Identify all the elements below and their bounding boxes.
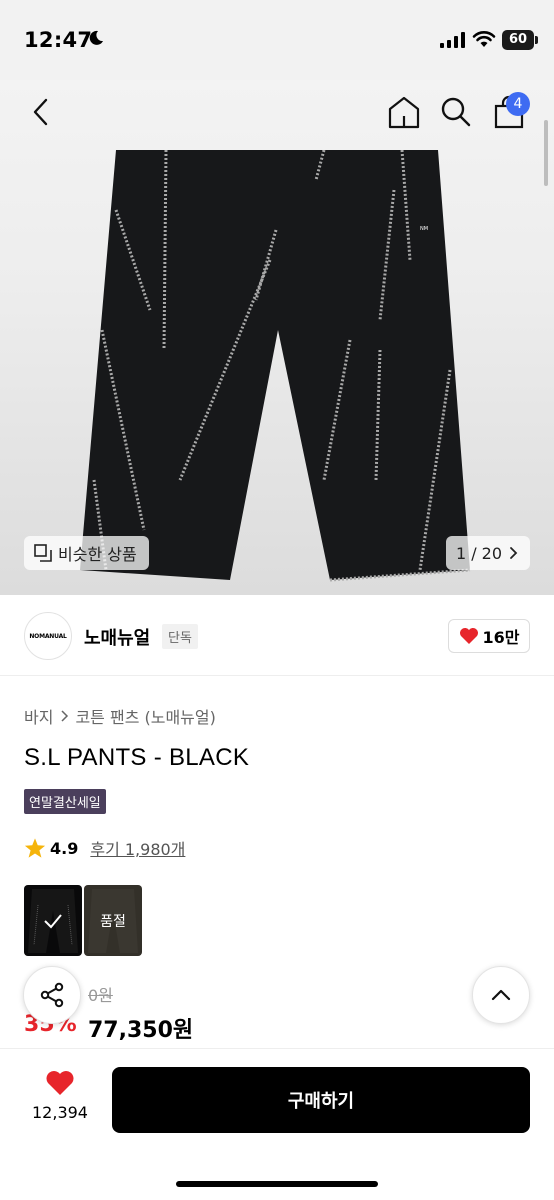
- similar-products-button[interactable]: 비슷한 상품: [24, 536, 149, 570]
- sale-price: 77,350원: [88, 1018, 194, 1043]
- chevron-right-icon: [510, 547, 518, 559]
- chevron-right-icon: [61, 710, 69, 722]
- breadcrumb-item-subcategory[interactable]: 코튼 팬츠 (노매뉴얼): [75, 704, 215, 728]
- rating-row: 4.9 후기 1,980개: [24, 836, 185, 860]
- share-button[interactable]: [23, 966, 81, 1024]
- moon-icon: [89, 30, 103, 45]
- breadcrumb: 바지 코튼 팬츠 (노매뉴얼): [24, 704, 216, 728]
- home-indicator: [176, 1181, 378, 1187]
- exclusive-badge: 단독: [162, 624, 198, 649]
- checkmark-icon: [44, 913, 62, 928]
- share-icon: [40, 982, 64, 1008]
- cart-count-badge: 4: [506, 92, 530, 116]
- similar-products-label: 비슷한 상품: [58, 545, 137, 564]
- wifi-icon: [472, 31, 496, 47]
- buy-button[interactable]: 구매하기: [112, 1067, 530, 1133]
- color-option-brown[interactable]: 품절: [84, 885, 142, 956]
- image-pager[interactable]: 1 / 20: [446, 536, 530, 570]
- product-title: S.L PANTS - BLACK: [24, 744, 250, 771]
- bottom-action-bar: 12,394 구매하기: [0, 1048, 554, 1200]
- signal-icon: [440, 32, 465, 48]
- brand-name[interactable]: 노매뉴얼: [84, 624, 150, 650]
- product-image: NM: [80, 150, 471, 582]
- brand-like-count: 16만: [482, 628, 520, 647]
- brand-row: NOMANUAL 노매뉴얼 단독 16만: [0, 600, 554, 676]
- brand-logo-text: NOMANUAL: [29, 632, 67, 640]
- home-icon[interactable]: [386, 94, 422, 130]
- sold-out-overlay: 품절: [84, 885, 142, 956]
- battery-indicator: 60: [502, 30, 534, 50]
- color-option-black[interactable]: [24, 885, 82, 956]
- rating-score: 4.9: [50, 838, 79, 858]
- svg-text:NM: NM: [420, 226, 428, 232]
- scrollbar[interactable]: [544, 120, 548, 186]
- chevron-up-icon: [491, 989, 511, 1001]
- wishlist-count: 12,394: [32, 1103, 88, 1122]
- sale-tag: 연말결산세일: [24, 789, 106, 814]
- battery-tip: [535, 36, 538, 44]
- selected-overlay: [24, 885, 82, 956]
- similar-icon: [34, 544, 52, 562]
- breadcrumb-item-category[interactable]: 바지: [24, 704, 53, 728]
- brand-like-button[interactable]: 16만: [448, 619, 530, 653]
- back-icon[interactable]: [26, 96, 58, 128]
- heart-icon: [46, 1071, 74, 1095]
- reviews-link[interactable]: 후기 1,980개: [90, 836, 185, 860]
- wishlist-button[interactable]: 12,394: [24, 1069, 96, 1122]
- heart-icon: [459, 628, 478, 644]
- original-price: 0원: [88, 986, 113, 1005]
- page-indicator: 1 / 20: [455, 543, 503, 563]
- status-bar: 12:47 60: [0, 0, 554, 80]
- product-image-gallery[interactable]: 4 NM 비슷한 상품 1 / 20: [0, 80, 554, 595]
- brand-logo[interactable]: NOMANUAL: [24, 612, 72, 660]
- scroll-top-button[interactable]: [472, 966, 530, 1024]
- sold-out-label: 품절: [100, 913, 126, 930]
- star-icon: [24, 838, 46, 858]
- status-time: 12:47: [24, 28, 93, 52]
- search-icon[interactable]: [440, 96, 472, 128]
